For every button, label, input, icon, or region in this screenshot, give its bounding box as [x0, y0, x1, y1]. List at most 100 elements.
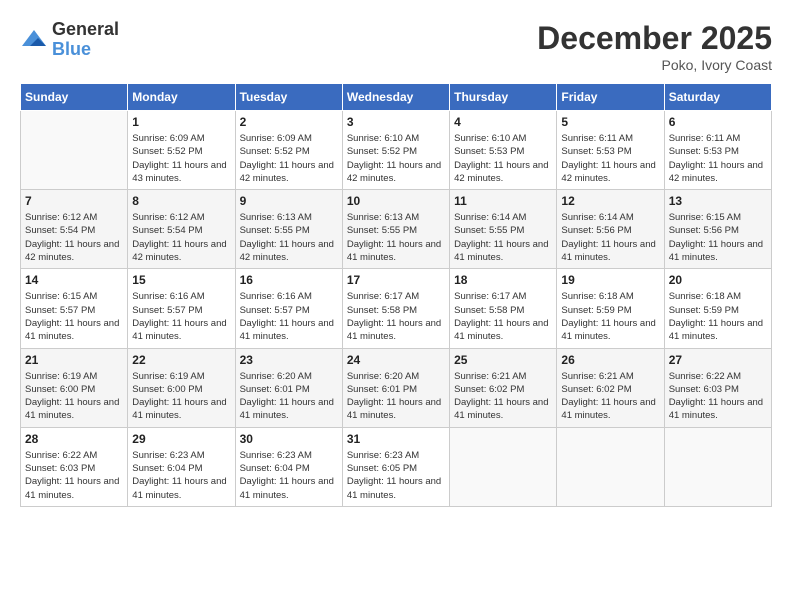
day-number: 28	[25, 432, 123, 446]
day-info: Sunrise: 6:20 AMSunset: 6:01 PMDaylight:…	[347, 370, 445, 423]
day-number: 30	[240, 432, 338, 446]
day-number: 10	[347, 194, 445, 208]
day-number: 12	[561, 194, 659, 208]
day-number: 17	[347, 273, 445, 287]
day-info: Sunrise: 6:21 AMSunset: 6:02 PMDaylight:…	[561, 370, 659, 423]
day-info: Sunrise: 6:23 AMSunset: 6:04 PMDaylight:…	[132, 449, 230, 502]
day-info: Sunrise: 6:18 AMSunset: 5:59 PMDaylight:…	[669, 290, 767, 343]
day-number: 5	[561, 115, 659, 129]
calendar-cell: 17 Sunrise: 6:17 AMSunset: 5:58 PMDayligh…	[342, 269, 449, 348]
day-info: Sunrise: 6:16 AMSunset: 5:57 PMDaylight:…	[240, 290, 338, 343]
calendar-cell: 6 Sunrise: 6:11 AMSunset: 5:53 PMDaylight…	[664, 111, 771, 190]
day-number: 22	[132, 353, 230, 367]
weekday-header-thursday: Thursday	[450, 84, 557, 111]
day-number: 2	[240, 115, 338, 129]
weekday-header-sunday: Sunday	[21, 84, 128, 111]
day-info: Sunrise: 6:19 AMSunset: 6:00 PMDaylight:…	[132, 370, 230, 423]
calendar-cell: 31 Sunrise: 6:23 AMSunset: 6:05 PMDayligh…	[342, 427, 449, 506]
header: General Blue December 2025 Poko, Ivory C…	[20, 20, 772, 73]
day-number: 4	[454, 115, 552, 129]
calendar-cell: 3 Sunrise: 6:10 AMSunset: 5:52 PMDaylight…	[342, 111, 449, 190]
calendar-cell: 29 Sunrise: 6:23 AMSunset: 6:04 PMDayligh…	[128, 427, 235, 506]
day-info: Sunrise: 6:16 AMSunset: 5:57 PMDaylight:…	[132, 290, 230, 343]
weekday-header-monday: Monday	[128, 84, 235, 111]
weekday-header-saturday: Saturday	[664, 84, 771, 111]
weekday-header-friday: Friday	[557, 84, 664, 111]
day-info: Sunrise: 6:17 AMSunset: 5:58 PMDaylight:…	[347, 290, 445, 343]
day-number: 20	[669, 273, 767, 287]
day-info: Sunrise: 6:17 AMSunset: 5:58 PMDaylight:…	[454, 290, 552, 343]
day-info: Sunrise: 6:22 AMSunset: 6:03 PMDaylight:…	[669, 370, 767, 423]
weekday-header-tuesday: Tuesday	[235, 84, 342, 111]
day-info: Sunrise: 6:11 AMSunset: 5:53 PMDaylight:…	[561, 132, 659, 185]
day-number: 23	[240, 353, 338, 367]
calendar-cell: 9Sunrise: 6:13 AMSunset: 5:55 PMDaylight…	[235, 190, 342, 269]
day-info: Sunrise: 6:11 AMSunset: 5:53 PMDaylight:…	[669, 132, 767, 185]
day-info: Sunrise: 6:15 AMSunset: 5:57 PMDaylight:…	[25, 290, 123, 343]
day-info: Sunrise: 6:18 AMSunset: 5:59 PMDaylight:…	[561, 290, 659, 343]
calendar-cell: 24 Sunrise: 6:20 AMSunset: 6:01 PMDayligh…	[342, 348, 449, 427]
calendar-cell: 22 Sunrise: 6:19 AMSunset: 6:00 PMDayligh…	[128, 348, 235, 427]
day-number: 21	[25, 353, 123, 367]
day-number: 13	[669, 194, 767, 208]
day-info: Sunrise: 6:14 AMSunset: 5:55 PMDaylight:…	[454, 211, 552, 264]
day-number: 31	[347, 432, 445, 446]
day-number: 11	[454, 194, 552, 208]
day-number: 6	[669, 115, 767, 129]
day-info: Sunrise: 6:12 AMSunset: 5:54 PMDaylight:…	[25, 211, 123, 264]
day-info: Sunrise: 6:20 AMSunset: 6:01 PMDaylight:…	[240, 370, 338, 423]
calendar-cell: 26 Sunrise: 6:21 AMSunset: 6:02 PMDayligh…	[557, 348, 664, 427]
calendar-cell: 13 Sunrise: 6:15 AMSunset: 5:56 PMDayligh…	[664, 190, 771, 269]
logo-general: General	[52, 20, 119, 40]
calendar-cell: 8Sunrise: 6:12 AMSunset: 5:54 PMDaylight…	[128, 190, 235, 269]
day-info: Sunrise: 6:10 AMSunset: 5:53 PMDaylight:…	[454, 132, 552, 185]
logo-blue: Blue	[52, 39, 91, 59]
calendar-cell: 11 Sunrise: 6:14 AMSunset: 5:55 PMDayligh…	[450, 190, 557, 269]
day-info: Sunrise: 6:23 AMSunset: 6:04 PMDaylight:…	[240, 449, 338, 502]
day-number: 18	[454, 273, 552, 287]
calendar-cell	[664, 427, 771, 506]
calendar-cell: 1Sunrise: 6:09 AMSunset: 5:52 PMDaylight…	[128, 111, 235, 190]
day-number: 29	[132, 432, 230, 446]
day-info: Sunrise: 6:09 AMSunset: 5:52 PMDaylight:…	[240, 132, 338, 185]
calendar-cell: 25 Sunrise: 6:21 AMSunset: 6:02 PMDayligh…	[450, 348, 557, 427]
day-info: Sunrise: 6:19 AMSunset: 6:00 PMDaylight:…	[25, 370, 123, 423]
day-number: 24	[347, 353, 445, 367]
day-number: 14	[25, 273, 123, 287]
calendar-cell: 19 Sunrise: 6:18 AMSunset: 5:59 PMDayligh…	[557, 269, 664, 348]
day-info: Sunrise: 6:22 AMSunset: 6:03 PMDaylight:…	[25, 449, 123, 502]
calendar-cell: 4 Sunrise: 6:10 AMSunset: 5:53 PMDaylight…	[450, 111, 557, 190]
day-info: Sunrise: 6:09 AMSunset: 5:52 PMDaylight:…	[132, 132, 230, 185]
day-info: Sunrise: 6:21 AMSunset: 6:02 PMDaylight:…	[454, 370, 552, 423]
day-info: Sunrise: 6:14 AMSunset: 5:56 PMDaylight:…	[561, 211, 659, 264]
day-number: 3	[347, 115, 445, 129]
day-number: 27	[669, 353, 767, 367]
day-number: 16	[240, 273, 338, 287]
month-title: December 2025	[537, 20, 772, 57]
day-number: 7	[25, 194, 123, 208]
day-info: Sunrise: 6:10 AMSunset: 5:52 PMDaylight:…	[347, 132, 445, 185]
day-info: Sunrise: 6:15 AMSunset: 5:56 PMDaylight:…	[669, 211, 767, 264]
calendar-cell	[557, 427, 664, 506]
day-number: 9	[240, 194, 338, 208]
day-number: 25	[454, 353, 552, 367]
day-info: Sunrise: 6:23 AMSunset: 6:05 PMDaylight:…	[347, 449, 445, 502]
calendar-cell: 12 Sunrise: 6:14 AMSunset: 5:56 PMDayligh…	[557, 190, 664, 269]
calendar-cell: 15Sunrise: 6:16 AMSunset: 5:57 PMDayligh…	[128, 269, 235, 348]
day-number: 19	[561, 273, 659, 287]
calendar-cell	[450, 427, 557, 506]
calendar-cell: 23 Sunrise: 6:20 AMSunset: 6:01 PMDayligh…	[235, 348, 342, 427]
title-area: December 2025 Poko, Ivory Coast	[537, 20, 772, 73]
weekday-header-wednesday: Wednesday	[342, 84, 449, 111]
logo: General Blue	[20, 20, 119, 60]
calendar-cell: 28 Sunrise: 6:22 AMSunset: 6:03 PMDayligh…	[21, 427, 128, 506]
day-number: 26	[561, 353, 659, 367]
calendar-cell: 10Sunrise: 6:13 AMSunset: 5:55 PMDayligh…	[342, 190, 449, 269]
day-number: 8	[132, 194, 230, 208]
calendar: SundayMondayTuesdayWednesdayThursdayFrid…	[20, 83, 772, 507]
calendar-cell: 27 Sunrise: 6:22 AMSunset: 6:03 PMDayligh…	[664, 348, 771, 427]
calendar-cell: 14 Sunrise: 6:15 AMSunset: 5:57 PMDayligh…	[21, 269, 128, 348]
logo-icon	[20, 26, 48, 54]
calendar-cell: 5 Sunrise: 6:11 AMSunset: 5:53 PMDaylight…	[557, 111, 664, 190]
location-title: Poko, Ivory Coast	[537, 57, 772, 73]
